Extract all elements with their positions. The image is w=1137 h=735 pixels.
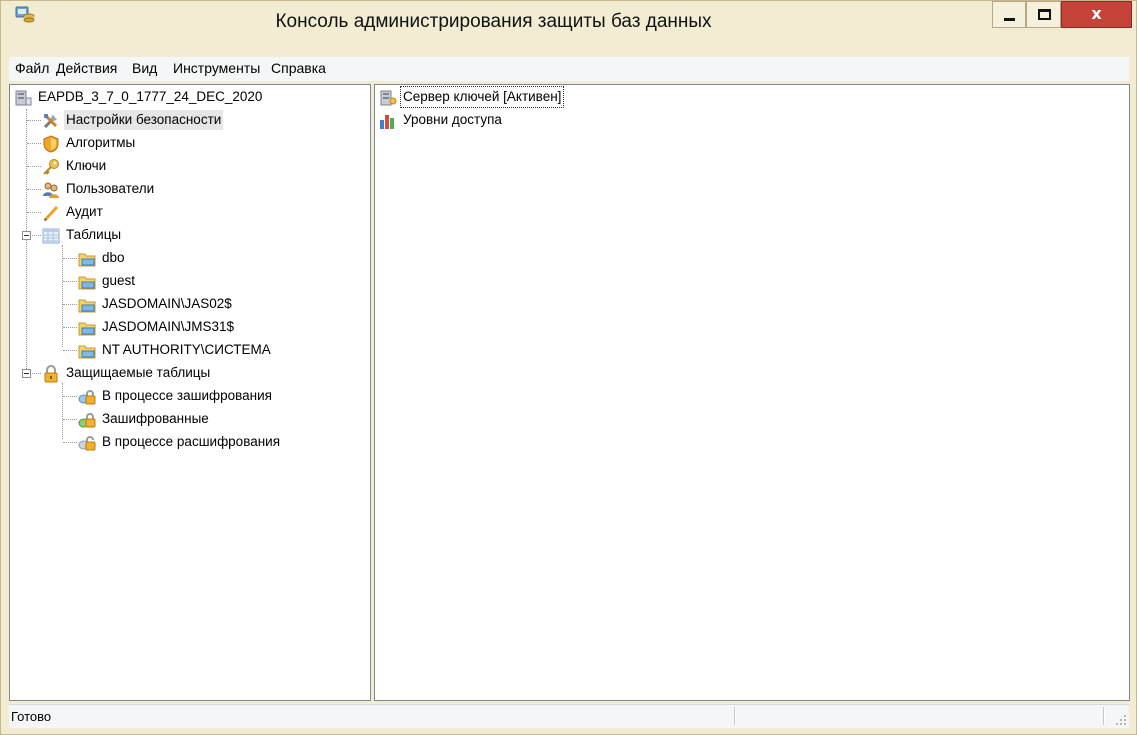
tree-item-label: Ключи [66, 158, 107, 173]
tree-line [63, 419, 77, 420]
list-item-label: Сервер ключей [Активен] [399, 86, 565, 108]
tree-line [27, 120, 41, 121]
collapse-toggle-tables[interactable] [22, 231, 31, 240]
close-icon: x [1091, 4, 1102, 23]
tree-line [63, 350, 77, 351]
tree-line [63, 442, 77, 443]
key-icon [43, 159, 59, 175]
tree-item-label: guest [102, 273, 136, 288]
tree-item-label: Алгоритмы [66, 135, 136, 150]
maximize-button[interactable] [1026, 1, 1061, 28]
status-bar: Готово [9, 704, 1129, 728]
resize-grip-icon[interactable] [1116, 715, 1126, 725]
tree-line [63, 281, 77, 282]
tree-item-label: Таблицы [66, 227, 122, 242]
tree-line [63, 396, 77, 397]
menu-actions[interactable]: Действия [56, 60, 117, 76]
tree-line [27, 189, 41, 190]
table-icon [42, 228, 60, 244]
maximize-icon [1038, 9, 1051, 20]
tree-line [62, 245, 63, 347]
encrypting-lock-icon [78, 390, 96, 405]
tree-line [63, 258, 77, 259]
padlock-icon [44, 365, 58, 383]
tree-root-label: EAPDB_3_7_0_1777_24_DEC_2020 [38, 89, 263, 104]
collapse-toggle-protected-tables[interactable] [22, 369, 31, 378]
minimize-icon [1004, 18, 1015, 21]
tree-line [27, 143, 41, 144]
shield-icon [43, 135, 59, 153]
tools-icon [43, 114, 58, 129]
title-bar[interactable]: Консоль администрирования защиты баз дан… [1, 1, 1136, 55]
tree-line [32, 235, 41, 236]
tree-item-label: JASDOMAIN\JMS31$ [102, 319, 235, 334]
tree-item-label: Аудит [66, 204, 103, 219]
users-icon [43, 182, 59, 198]
tree-item-label: NT AUTHORITY\СИСТЕМА [102, 342, 271, 357]
status-separator [734, 707, 736, 725]
schema-folder-icon [78, 299, 96, 313]
tree-item-label: Зашифрованные [102, 411, 209, 426]
status-separator [1103, 707, 1105, 725]
close-button[interactable]: x [1061, 1, 1132, 28]
list-item-label: Уровни доступа [403, 112, 502, 127]
tree-line [62, 383, 63, 439]
tree-item-label: В процессе расшифрования [102, 434, 281, 449]
tree-item-label: dbo [102, 250, 125, 265]
navigation-tree[interactable]: EAPDB_3_7_0_1777_24_DEC_2020 Настройки б… [9, 84, 371, 701]
menu-tools[interactable]: Инструменты [173, 60, 260, 76]
window-title: Консоль администрирования защиты баз дан… [275, 11, 712, 32]
pencil-icon [43, 205, 59, 222]
tree-line [32, 373, 41, 374]
tree-item-label: Защищаемые таблицы [66, 365, 211, 380]
tree-line [63, 304, 77, 305]
schema-folder-icon [78, 322, 96, 336]
decrypting-lock-icon [78, 436, 96, 451]
menu-view[interactable]: Вид [132, 60, 157, 76]
tree-item-label: JASDOMAIN\JAS02$ [102, 296, 232, 311]
menu-bar: Файл Действия Вид Инструменты Справка [9, 57, 1129, 81]
minimize-button[interactable] [992, 1, 1026, 28]
details-list[interactable]: Сервер ключей [Активен] Уровни доступа [374, 84, 1130, 701]
schema-folder-icon [78, 345, 96, 359]
database-server-icon [15, 90, 32, 106]
schema-folder-icon [78, 253, 96, 267]
access-levels-chart-icon [380, 115, 394, 129]
tree-line [27, 212, 41, 213]
tree-item-label: В процессе зашифрования [102, 388, 272, 403]
status-text: Готово [11, 709, 52, 724]
schema-folder-icon [78, 276, 96, 290]
tree-line [26, 109, 27, 373]
tree-line [27, 166, 41, 167]
main-window: Консоль администрирования защиты баз дан… [0, 0, 1137, 735]
tree-item-label: Пользователи [66, 181, 155, 196]
tree-item-label: Настройки безопасности [64, 110, 224, 130]
encrypted-lock-icon [78, 413, 96, 428]
tree-line [63, 327, 77, 328]
key-server-icon [380, 90, 397, 106]
menu-file[interactable]: Файл [15, 60, 49, 76]
menu-help[interactable]: Справка [271, 60, 326, 76]
